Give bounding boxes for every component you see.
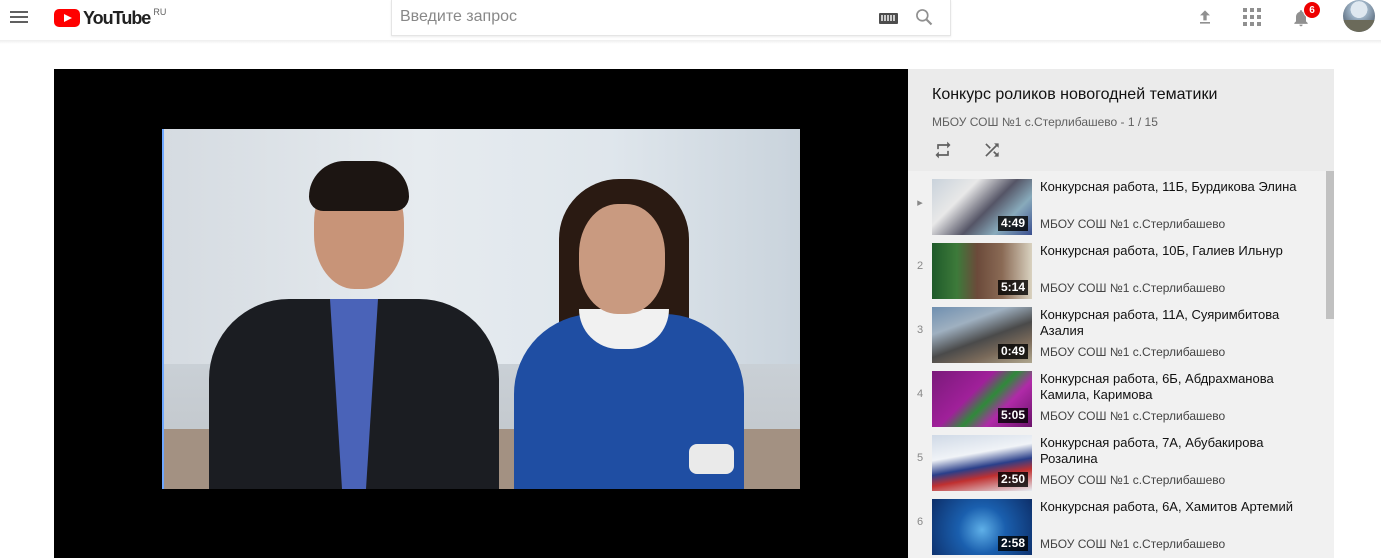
video-thumbnail[interactable]: 2:50 xyxy=(932,435,1032,491)
shuffle-icon[interactable] xyxy=(981,140,1003,160)
video-title[interactable]: Конкурсная работа, 6А, Хамитов Артемий xyxy=(1040,499,1300,515)
video-duration: 2:58 xyxy=(997,536,1028,551)
playlist-item-index: 2 xyxy=(916,260,924,272)
video-thumbnail[interactable]: 5:05 xyxy=(932,371,1032,427)
video-person-right xyxy=(504,179,774,489)
video-duration: 2:50 xyxy=(997,472,1028,487)
playlist-item[interactable]: 5 2:50 Конкурсная работа, 7А, Абубакиров… xyxy=(908,427,1326,491)
video-frame xyxy=(162,129,800,489)
video-thumbnail[interactable]: 0:49 xyxy=(932,307,1032,363)
channel-name: МБОУ СОШ №1 с.Стерлибашево xyxy=(1040,281,1226,295)
video-title[interactable]: Конкурсная работа, 10Б, Галиев Ильнур xyxy=(1040,243,1300,259)
video-thumbnail[interactable]: 4:49 xyxy=(932,179,1032,235)
notification-badge: 6 xyxy=(1303,1,1321,19)
playlist-item-index: ▸ xyxy=(917,197,923,209)
video-title[interactable]: Конкурсная работа, 7А, Абубакирова Розал… xyxy=(1040,435,1300,467)
menu-icon[interactable] xyxy=(8,8,30,28)
channel-name: МБОУ СОШ №1 с.Стерлибашево xyxy=(1040,473,1226,487)
video-thumbnail[interactable]: 2:58 xyxy=(932,499,1032,555)
channel-name: МБОУ СОШ №1 с.Стерлибашево xyxy=(1040,409,1226,423)
playlist-scrollbar[interactable] xyxy=(1326,171,1334,558)
playlist-meta[interactable]: МБОУ СОШ №1 с.Стерлибашево - 1 / 15 xyxy=(932,115,1158,129)
search-icon[interactable] xyxy=(914,7,934,27)
video-duration: 5:05 xyxy=(997,408,1028,423)
playlist-item[interactable]: 3 0:49 Конкурсная работа, 11А, Суяримбит… xyxy=(908,299,1326,363)
video-thumbnail[interactable]: 5:14 xyxy=(932,243,1032,299)
masthead-shadow xyxy=(0,40,1381,44)
masthead: YouTube RU 6 xyxy=(0,0,1381,40)
playlist-item[interactable]: 4 5:05 Конкурсная работа, 6Б, Абдрахмано… xyxy=(908,363,1326,427)
keyboard-icon[interactable] xyxy=(879,13,898,24)
channel-name: МБОУ СОШ №1 с.Стерлибашево xyxy=(1040,217,1226,231)
video-duration: 0:49 xyxy=(997,344,1028,359)
video-title[interactable]: Конкурсная работа, 6Б, Абдрахманова Ками… xyxy=(1040,371,1300,403)
video-duration: 5:14 xyxy=(997,280,1028,295)
logo-text: YouTube xyxy=(83,7,151,28)
logo-region: RU xyxy=(153,7,167,17)
video-player[interactable] xyxy=(54,69,908,558)
channel-name: МБОУ СОШ №1 с.Стерлибашево xyxy=(1040,345,1226,359)
video-person-left xyxy=(204,161,504,489)
video-title[interactable]: Конкурсная работа, 11Б, Бурдикова Элина xyxy=(1040,179,1300,195)
playlist-item[interactable]: ▸ 4:49 Конкурсная работа, 11Б, Бурдикова… xyxy=(908,171,1326,235)
playlist-header: Конкурс роликов новогодней тематики МБОУ… xyxy=(908,69,1334,171)
playlist-item-index: 6 xyxy=(916,516,924,528)
playlist-list: ▸ 4:49 Конкурсная работа, 11Б, Бурдикова… xyxy=(908,171,1334,558)
loop-icon[interactable] xyxy=(932,140,954,160)
playlist-title[interactable]: Конкурс роликов новогодней тематики xyxy=(932,86,1217,104)
video-duration: 4:49 xyxy=(997,216,1028,231)
search-box xyxy=(391,0,951,36)
apps-icon[interactable] xyxy=(1243,8,1261,26)
youtube-play-icon xyxy=(54,9,80,27)
playlist-item-index: 4 xyxy=(916,388,924,400)
avatar[interactable] xyxy=(1343,0,1375,32)
playlist-item[interactable]: 2 5:14 Конкурсная работа, 10Б, Галиев Ил… xyxy=(908,235,1326,299)
video-title[interactable]: Конкурсная работа, 11А, Суяримбитова Аза… xyxy=(1040,307,1300,339)
playlist-panel: Конкурс роликов новогодней тематики МБОУ… xyxy=(908,69,1334,558)
playlist-item[interactable]: 6 2:58 Конкурсная работа, 6А, Хамитов Ар… xyxy=(908,491,1326,555)
channel-name: МБОУ СОШ №1 с.Стерлибашево xyxy=(1040,537,1226,551)
playlist-item-index: 3 xyxy=(916,324,924,336)
search-input[interactable] xyxy=(400,6,870,28)
playlist-item-index: 5 xyxy=(916,452,924,464)
youtube-logo[interactable]: YouTube RU xyxy=(54,7,166,29)
scrollbar-thumb[interactable] xyxy=(1326,171,1334,319)
upload-icon[interactable] xyxy=(1195,7,1215,27)
